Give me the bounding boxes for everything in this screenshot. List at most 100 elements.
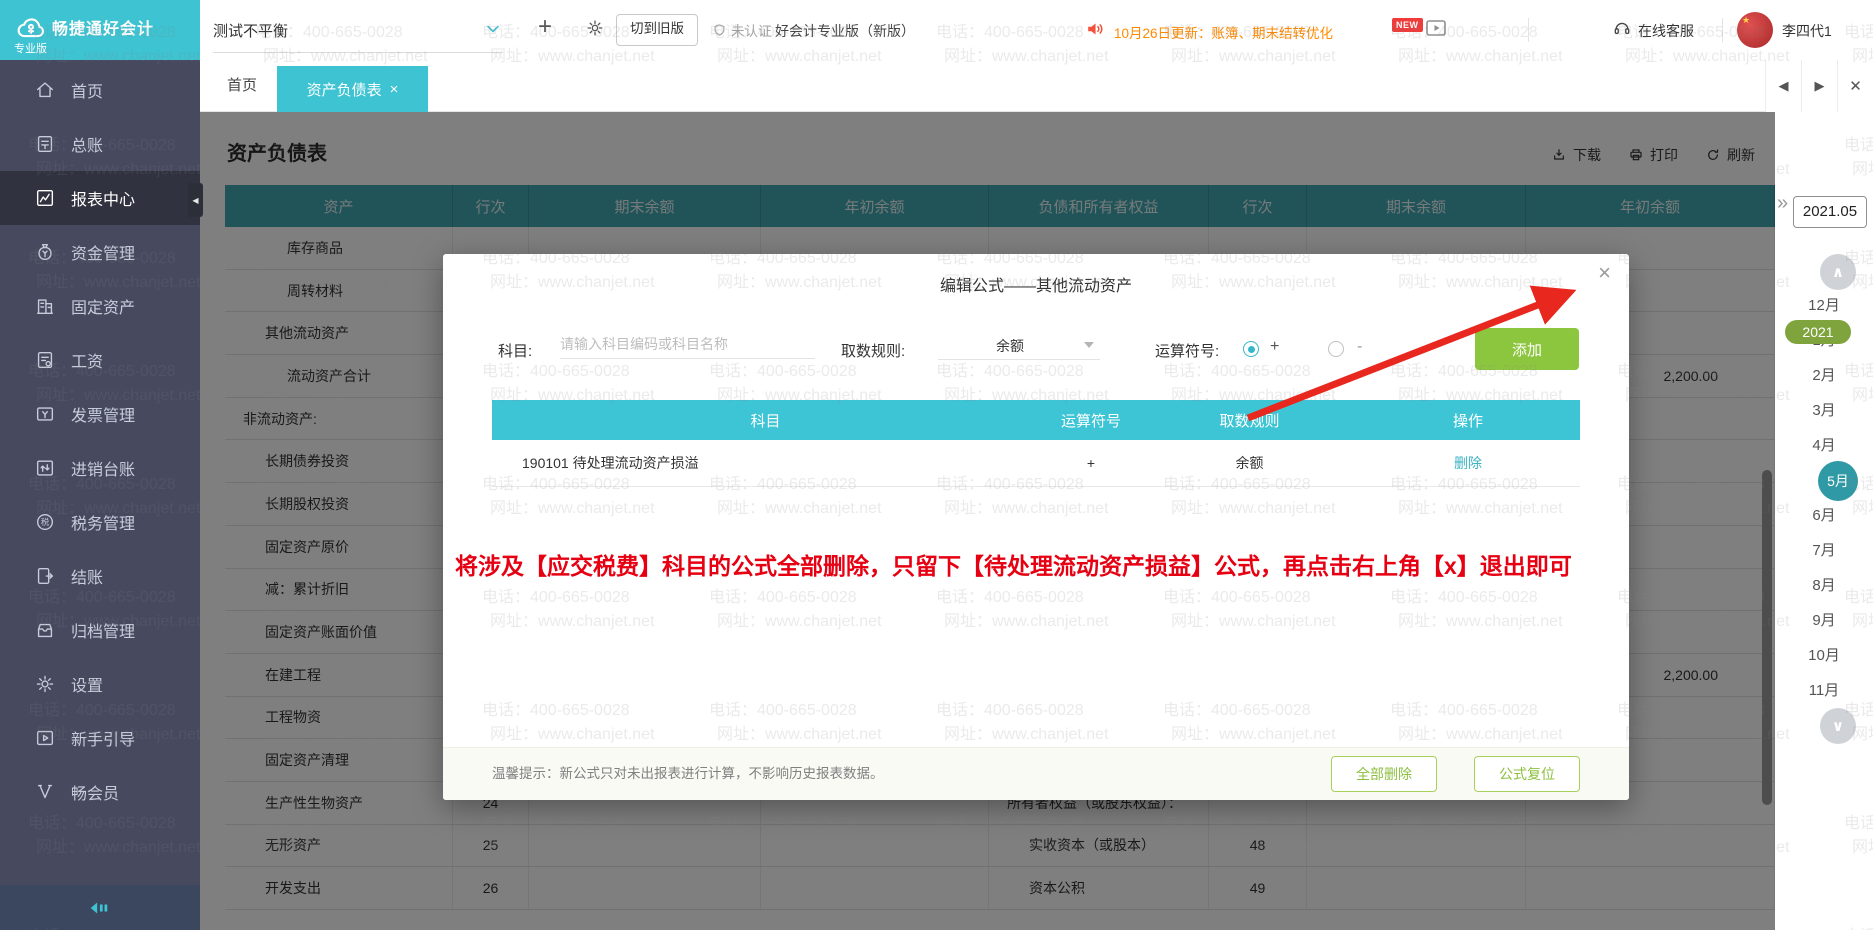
month-item-4月[interactable]: 4月 bbox=[1775, 434, 1873, 458]
update-notice[interactable]: 10月26日更新：账簿、期末结转优化 bbox=[1114, 22, 1333, 42]
fixed-assets-icon bbox=[34, 295, 56, 317]
delete-all-button[interactable]: 全部删除 bbox=[1331, 756, 1437, 792]
tab-balance-sheet[interactable]: 资产负债表 × bbox=[277, 66, 428, 112]
sidebar: 畅捷通好会计 专业版 首页总账报表中心资金管理固定资产工资发票管理进销台账税税务… bbox=[0, 0, 200, 930]
instruction-annotation: 将涉及【应交税费】科目的公式全部删除，只留下【待处理流动资产损益】公式，再点击右… bbox=[455, 550, 1623, 583]
sidebar-item-总账[interactable]: 总账 bbox=[0, 117, 200, 171]
member-icon bbox=[34, 781, 56, 803]
whats-new-video-icon[interactable]: NEW bbox=[1424, 16, 1448, 40]
sidebar-bottom-strip bbox=[0, 885, 200, 930]
app-logo: 畅捷通好会计 专业版 bbox=[0, 0, 200, 60]
sidebar-item-发票管理[interactable]: 发票管理 bbox=[0, 387, 200, 441]
month-item-6月[interactable]: 6月 bbox=[1775, 504, 1873, 528]
month-item-5月[interactable]: 5月 bbox=[1818, 461, 1858, 501]
formula-subject: 190101 待处理流动资产损溢 bbox=[492, 453, 1039, 473]
month-item-12月[interactable]: 12月 bbox=[1775, 294, 1873, 318]
dialog-footer: 温馨提示：新公式只对未出报表进行计算，不影响历史报表数据。 全部删除 公式复位 bbox=[443, 747, 1629, 800]
logo-title: 畅捷通好会计 bbox=[52, 15, 154, 39]
scroll-months-up-button[interactable]: ∧ bbox=[1820, 254, 1856, 290]
sidebar-item-报表中心[interactable]: 报表中心 bbox=[0, 171, 200, 225]
sidebar-item-畅会员[interactable]: 畅会员 bbox=[0, 765, 200, 819]
sidebar-item-label: 工资 bbox=[71, 348, 103, 372]
caret-down-icon bbox=[1084, 342, 1094, 348]
close-all-tabs-button[interactable]: ✕ bbox=[1837, 60, 1873, 112]
announcement-speaker-icon bbox=[1085, 18, 1107, 40]
divider bbox=[1722, 18, 1723, 42]
month-item-3月[interactable]: 3月 bbox=[1775, 399, 1873, 423]
radio-dot bbox=[1248, 346, 1255, 353]
sidebar-item-税务管理[interactable]: 税税务管理 bbox=[0, 495, 200, 549]
sidebar-collapse-toggle[interactable]: ◀ bbox=[188, 183, 203, 217]
delete-link[interactable]: 删除 bbox=[1356, 453, 1580, 473]
switch-old-version-button[interactable]: 切到旧版 bbox=[616, 14, 698, 46]
current-period[interactable]: 2021.05 bbox=[1793, 196, 1867, 228]
column-header-subject: 科目 bbox=[492, 400, 1039, 440]
tab-home[interactable]: 首页 bbox=[227, 60, 257, 112]
sidebar-item-工资[interactable]: 工资 bbox=[0, 333, 200, 387]
sidebar-item-设置[interactable]: 设置 bbox=[0, 657, 200, 711]
chevron-up-icon: ∧ bbox=[1832, 263, 1844, 281]
operator-plus-radio[interactable] bbox=[1243, 341, 1259, 357]
avatar[interactable]: ★ bbox=[1737, 12, 1773, 48]
chevron-left-icon: ◀ bbox=[192, 196, 198, 205]
archive-icon bbox=[34, 619, 56, 641]
sidebar-item-label: 首页 bbox=[71, 78, 103, 102]
column-header-action: 操作 bbox=[1356, 400, 1580, 440]
username[interactable]: 李四代1 bbox=[1782, 21, 1832, 41]
chevron-down-icon[interactable] bbox=[486, 24, 500, 34]
formula-table: 科目 运算符号 取数规则 操作 190101 待处理流动资产损溢 + 余额 删除 bbox=[492, 400, 1580, 487]
sidebar-item-label: 畅会员 bbox=[71, 780, 119, 804]
sidebar-item-label: 新手引导 bbox=[71, 726, 135, 750]
subject-input[interactable] bbox=[560, 330, 815, 359]
reset-formula-button[interactable]: 公式复位 bbox=[1474, 756, 1580, 792]
tip-text: 温馨提示：新公式只对未出报表进行计算，不影响历史报表数据。 bbox=[492, 748, 884, 800]
certification-status[interactable]: 未认证 bbox=[712, 20, 772, 40]
formula-rule: 余额 bbox=[1143, 453, 1356, 473]
online-service-link[interactable]: 在线客服 bbox=[1638, 21, 1694, 41]
sidebar-item-归档管理[interactable]: 归档管理 bbox=[0, 603, 200, 657]
formula-row: 190101 待处理流动资产损溢 + 余额 删除 bbox=[492, 440, 1580, 487]
sidebar-item-label: 归档管理 bbox=[71, 618, 135, 642]
sidebar-item-资金管理[interactable]: 资金管理 bbox=[0, 225, 200, 279]
settings-icon bbox=[34, 673, 56, 695]
rule-selected-value: 余额 bbox=[996, 336, 1024, 356]
sidebar-item-label: 税务管理 bbox=[71, 510, 135, 534]
new-badge: NEW bbox=[1392, 18, 1423, 32]
month-item-8月[interactable]: 8月 bbox=[1775, 574, 1873, 598]
month-item-7月[interactable]: 7月 bbox=[1775, 539, 1873, 563]
month-item-2月[interactable]: 2月 bbox=[1775, 364, 1873, 388]
sidebar-item-首页[interactable]: 首页 bbox=[0, 63, 200, 117]
scroll-months-down-button[interactable]: ∨ bbox=[1820, 708, 1856, 744]
tab-bar: 首页 资产负债表 × ◀ ▶ ✕ bbox=[200, 60, 1873, 112]
add-account-button[interactable]: + bbox=[538, 13, 552, 41]
subject-label: 科目: bbox=[498, 340, 532, 361]
sidebar-item-label: 结账 bbox=[71, 564, 103, 588]
formula-table-header: 科目 运算符号 取数规则 操作 bbox=[492, 400, 1580, 440]
sidebar-item-结账[interactable]: 结账 bbox=[0, 549, 200, 603]
sidebar-item-label: 资金管理 bbox=[71, 240, 135, 264]
account-underline bbox=[213, 52, 503, 53]
expand-periods-icon[interactable]: » bbox=[1777, 192, 1788, 215]
collapse-sidebar-icon[interactable] bbox=[88, 897, 110, 919]
chevron-right-icon: ▶ bbox=[1815, 78, 1825, 94]
sidebar-item-新手引导[interactable]: 新手引导 bbox=[0, 711, 200, 765]
close-icon: ✕ bbox=[1849, 77, 1862, 95]
headset-icon bbox=[1612, 18, 1632, 38]
tab-scroll-left-button[interactable]: ◀ bbox=[1765, 60, 1801, 112]
month-item-9月[interactable]: 9月 bbox=[1775, 609, 1873, 633]
year-badge: 2021 bbox=[1785, 320, 1851, 344]
month-item-11月[interactable]: 11月 bbox=[1775, 679, 1873, 703]
add-button[interactable]: 添加 bbox=[1475, 328, 1579, 370]
gear-icon[interactable] bbox=[585, 18, 605, 38]
month-item-10月[interactable]: 10月 bbox=[1775, 644, 1873, 668]
tab-scroll-right-button[interactable]: ▶ bbox=[1801, 60, 1837, 112]
rule-select[interactable]: 余额 bbox=[938, 330, 1100, 360]
sidebar-item-进销台账[interactable]: 进销台账 bbox=[0, 441, 200, 495]
period-sidebar: » 2021.05 ∧ 12月1月2月3月4月5月6月7月8月9月10月11月 … bbox=[1775, 112, 1873, 930]
account-selector[interactable]: 测试不平衡 bbox=[213, 20, 288, 41]
operator-minus-radio[interactable] bbox=[1328, 341, 1344, 357]
sidebar-item-固定资产[interactable]: 固定资产 bbox=[0, 279, 200, 333]
sidebar-nav: 首页总账报表中心资金管理固定资产工资发票管理进销台账税税务管理结账归档管理设置新… bbox=[0, 63, 200, 819]
tab-close-icon[interactable]: × bbox=[390, 81, 399, 98]
dialog-title: 编辑公式——其他流动资产 bbox=[443, 272, 1629, 296]
